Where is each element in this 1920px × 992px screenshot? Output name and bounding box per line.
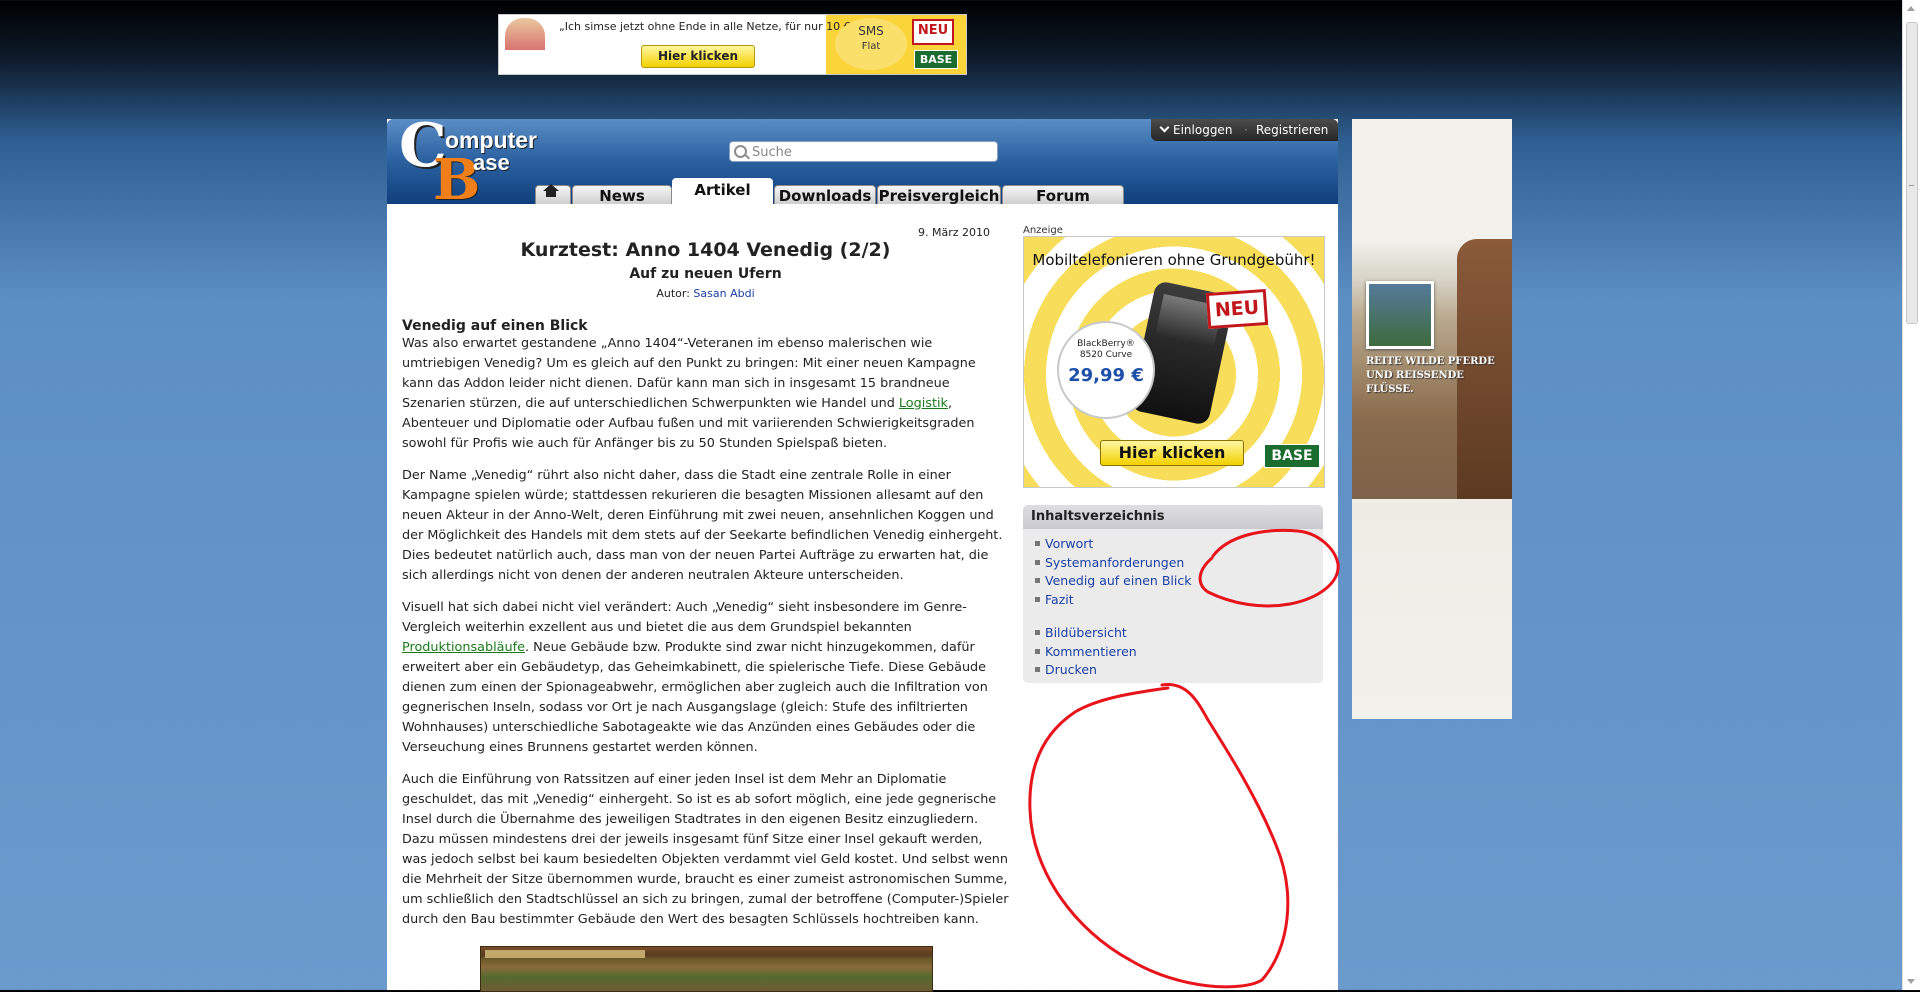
sidebar-ad-new-badge: NEU: [1205, 288, 1269, 330]
toc-extras: Bildübersicht Kommentieren Drucken: [1035, 624, 1137, 680]
ad-sms-badge: SMS Flat: [835, 18, 907, 70]
computerbase-logo[interactable]: C omputer B ase: [399, 119, 549, 204]
tab-home[interactable]: [535, 184, 571, 204]
ad-sms-text: SMS: [858, 24, 884, 38]
author-label: Autor:: [656, 287, 690, 300]
paragraph-3: Visuell hat sich dabei nicht viel veränd…: [402, 598, 1009, 758]
tab-artikel[interactable]: Artikel: [672, 178, 773, 204]
sidebar-ad-cta-button[interactable]: Hier klicken: [1100, 440, 1244, 466]
toc-list: Vorwort Systemanforderungen Venedig auf …: [1035, 535, 1191, 609]
toc-item-drucken[interactable]: Drucken: [1035, 661, 1137, 680]
game-screenshot[interactable]: [480, 946, 933, 992]
search-box[interactable]: [729, 141, 998, 162]
toc-item-venedig[interactable]: Venedig auf einen Blick: [1035, 572, 1191, 591]
login-label: Einloggen: [1173, 123, 1233, 137]
author-link[interactable]: Sasan Abdi: [693, 287, 754, 300]
toc-item-systemanforderungen[interactable]: Systemanforderungen: [1035, 554, 1191, 573]
paragraph-3-text-b: . Neue Gebäude bzw. Produkte sind zwar n…: [402, 640, 988, 755]
skyscraper-ad[interactable]: REITE WILDE PFERDE UND REISSENDE FLÜSSE.: [1352, 119, 1512, 719]
price-badge: BlackBerry® 8520 Curve 29,99 €: [1057, 321, 1155, 419]
home-icon: [543, 184, 559, 197]
section-heading: Venedig auf einen Blick: [402, 318, 588, 334]
toc-item-fazit[interactable]: Fazit: [1035, 591, 1191, 610]
logo-text-ase: ase: [473, 150, 510, 175]
toc-title: Inhaltsverzeichnis: [1023, 505, 1323, 529]
article-title: Kurztest: Anno 1404 Venedig (2/2): [520, 239, 891, 261]
phone-brand: BlackBerry®: [1077, 339, 1135, 349]
tab-forum[interactable]: Forum: [1002, 185, 1124, 204]
ad-cta-button[interactable]: Hier klicken: [641, 45, 755, 68]
paragraph-2: Der Name „Venedig“ rührt also nicht dahe…: [402, 468, 1003, 583]
article-date: 9. März 2010: [917, 226, 990, 239]
article-subtitle: Auf zu neuen Ufern: [629, 266, 782, 282]
scrollbar-thumb[interactable]: [1906, 22, 1918, 324]
sidebar-ad-brand-logo: BASE: [1264, 444, 1320, 468]
ad-sms-sub: Flat: [861, 41, 881, 52]
table-of-contents: Inhaltsverzeichnis Vorwort Systemanforde…: [1023, 505, 1323, 683]
phone-price: 29,99 €: [1068, 365, 1144, 386]
article-author-line: Autor: Sasan Abdi: [402, 287, 1009, 300]
login-link[interactable]: Einloggen: [1159, 122, 1233, 137]
account-separator: ·: [1244, 123, 1248, 137]
scroll-up-arrow-icon[interactable]: [1907, 6, 1915, 11]
screenshot-hud: [485, 950, 645, 958]
tab-preisvergleich[interactable]: Preisvergleich: [877, 185, 1001, 204]
toc-item-kommentieren[interactable]: Kommentieren: [1035, 643, 1137, 662]
toc-item-vorwort[interactable]: Vorwort: [1035, 535, 1191, 554]
account-bar: Einloggen · Registrieren: [1151, 119, 1338, 141]
toc-item-bilduebersicht[interactable]: Bildübersicht: [1035, 624, 1137, 643]
ad-brand-logo: BASE: [914, 50, 958, 69]
vertical-scrollbar[interactable]: [1902, 0, 1920, 990]
paragraph-4: Auch die Einführung von Ratssitzen auf e…: [402, 772, 1009, 927]
ad-quote: „Ich simse jetzt ohne Ende in alle Netze…: [559, 20, 860, 33]
paragraph-1-text-a: Was also erwartet gestandene „Anno 1404“…: [402, 336, 976, 411]
sky-ad-thumbnail: [1366, 281, 1434, 349]
site-container: C omputer B ase Einloggen · Registrieren…: [387, 119, 1338, 992]
paragraph-3-text-a: Visuell hat sich dabei nicht viel veränd…: [402, 600, 967, 635]
link-produktionsablaeufe[interactable]: Produktionsabläufe: [402, 640, 525, 655]
ad-new-badge: NEU: [912, 19, 954, 45]
site-header: C omputer B ase Einloggen · Registrieren…: [387, 119, 1338, 204]
tab-news[interactable]: News: [572, 185, 672, 204]
sidebar-ad-headline: Mobiltelefonieren ohne Grundgebühr!: [1032, 251, 1316, 269]
article-body: Kurztest: Anno 1404 Venedig (2/2) Auf zu…: [402, 239, 1009, 942]
search-input[interactable]: [750, 143, 994, 162]
scrollbar-grip: [1909, 185, 1914, 186]
ad-person-image: [505, 18, 545, 71]
sky-ad-text: REITE WILDE PFERDE UND REISSENDE FLÜSSE.: [1366, 356, 1495, 395]
phone-model: 8520 Curve: [1079, 350, 1133, 360]
sidebar-ad[interactable]: Mobiltelefonieren ohne Grundgebühr! Blac…: [1023, 236, 1325, 488]
paragraph-1: Was also erwartet gestandene „Anno 1404“…: [402, 334, 1009, 454]
link-logistik[interactable]: Logistik: [899, 396, 948, 411]
ad-label: Anzeige: [1023, 225, 1063, 236]
tab-downloads[interactable]: Downloads: [774, 185, 876, 204]
search-icon: [734, 145, 747, 158]
register-link[interactable]: Registrieren: [1256, 123, 1328, 137]
scroll-down-arrow-icon[interactable]: [1907, 979, 1915, 984]
top-banner-ad[interactable]: „Ich simse jetzt ohne Ende in alle Netze…: [498, 14, 967, 75]
chevron-down-icon: [1159, 122, 1170, 133]
